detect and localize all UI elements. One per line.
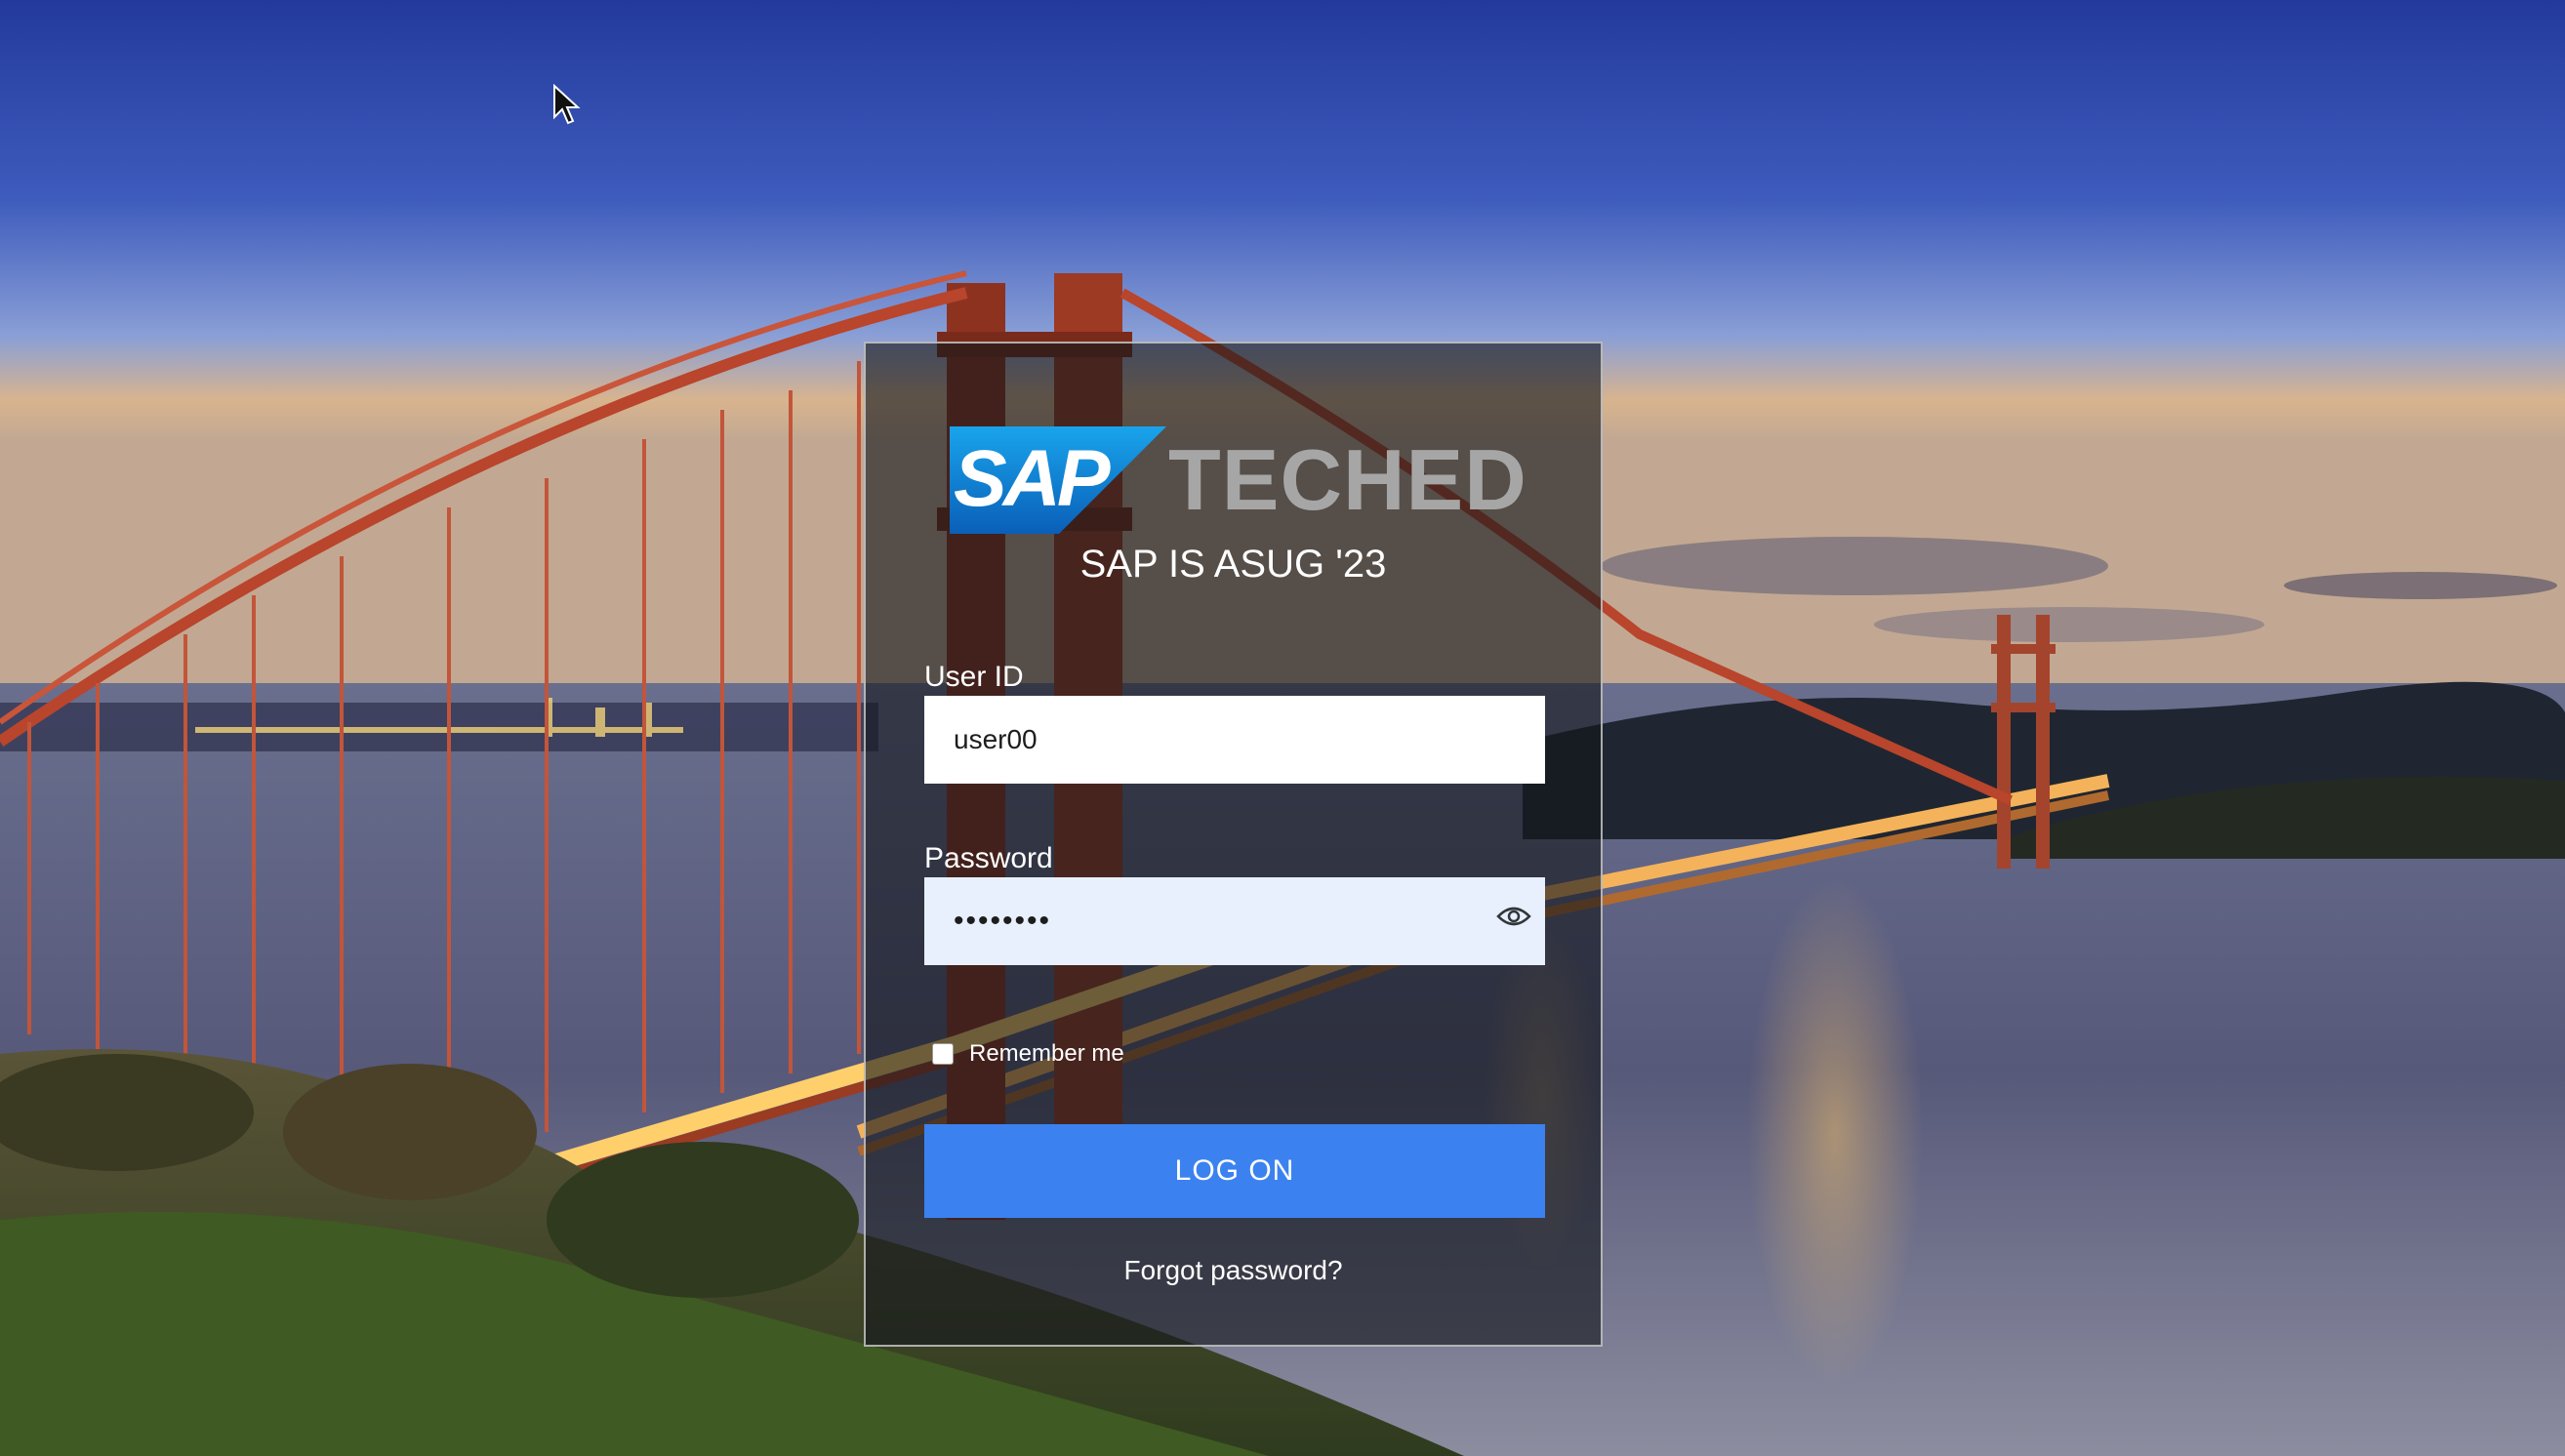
password-value: ••••••••: [954, 905, 1052, 937]
remember-me-row: Remember me: [932, 1040, 1124, 1068]
sap-logo: SAP: [950, 426, 1166, 534]
remember-me-checkbox[interactable]: [932, 1043, 954, 1065]
user-id-label: User ID: [924, 661, 1024, 693]
password-label: Password: [924, 842, 1053, 874]
teched-logo-text: TECHED: [1168, 431, 1527, 528]
login-screen: SAP TECHED SAP IS ASUG '23 User ID user0…: [0, 0, 2565, 1456]
login-card: SAP TECHED SAP IS ASUG '23 User ID user0…: [864, 342, 1603, 1347]
user-id-input[interactable]: user00: [924, 696, 1545, 784]
system-title: SAP IS ASUG '23: [1079, 543, 1387, 586]
password-input[interactable]: ••••••••: [924, 877, 1545, 965]
log-on-button[interactable]: LOG ON: [924, 1124, 1545, 1218]
sap-teched-logo: SAP TECHED: [950, 425, 1527, 535]
mouse-cursor-icon: [553, 84, 581, 125]
forgot-password-link[interactable]: Forgot password?: [866, 1255, 1601, 1286]
remember-me-label[interactable]: Remember me: [969, 1040, 1124, 1068]
eye-icon[interactable]: [1496, 905, 1531, 928]
sap-logo-text: SAP: [954, 434, 1111, 523]
